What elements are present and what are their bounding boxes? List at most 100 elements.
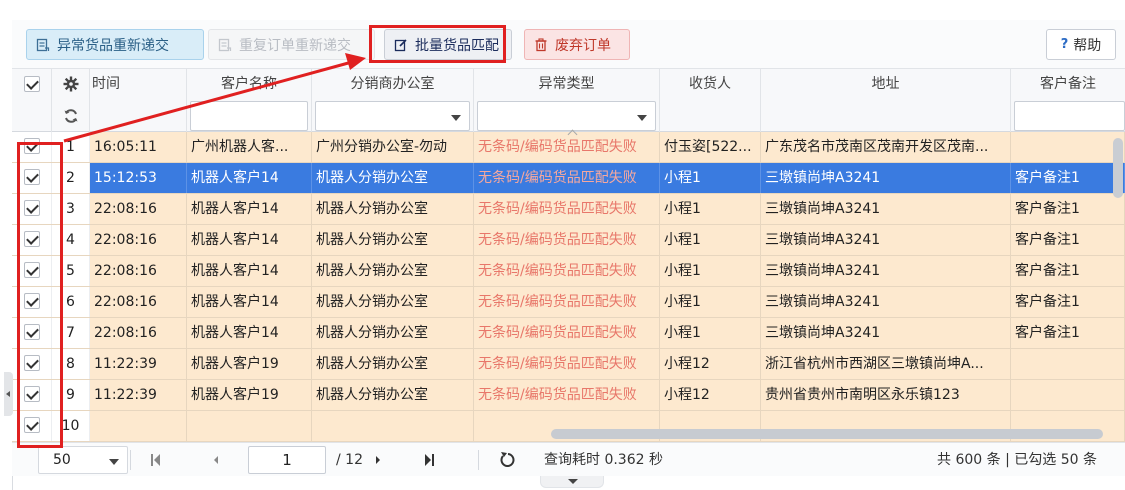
table-row[interactable]: 8 11:22:39 机器人客户19 机器人分销办公室 无条码/编码货品匹配失败 小程12… [12,349,1125,380]
cell-customer: 机器人客户14 [187,163,312,193]
table-row[interactable]: 9 11:22:39 机器人客户19 机器人分销办公室 无条码/编码货品匹配失败 小程12… [12,380,1125,411]
cell-customer: 机器人客户19 [187,349,312,379]
help-label: 帮助 [1073,37,1102,54]
pagination-bar: 50 1 / 12 查询耗时 0.362 秒 共 600 条 | 已勾选 50 … [12,442,1125,476]
duplicate-order-resubmit-button[interactable]: 重复订单重新递交 [208,29,375,60]
header-address[interactable]: 地址 [761,69,1011,100]
cell-time: 22:08:16 [90,194,187,224]
cell-customer: 机器人客户14 [187,256,312,286]
highlight-box-batch-match [369,25,506,63]
select-all-checkbox[interactable] [24,76,40,92]
cell-address: 三墩镇尚坤A3241 [761,318,1011,348]
help-button[interactable]: ? 帮助 [1046,29,1116,60]
cell-error: 无条码/编码货品匹配失败 [474,349,660,379]
record-summary-text: 共 600 条 | 已勾选 50 条 [937,452,1097,468]
horizontal-scrollbar[interactable] [551,429,1103,439]
filter-address-cell [761,100,1011,133]
cell-error: 无条码/编码货品匹配失败 [474,256,660,286]
divider [130,450,131,470]
cell-error: 无条码/编码货品匹配失败 [474,163,660,193]
cell-receiver: 小程1 [660,287,761,317]
cell-customer: 机器人客户19 [187,380,312,410]
cell-note: 客户备注1 [1011,225,1125,255]
collapse-up-icon[interactable] [562,130,586,138]
filter-office-cell [312,100,474,133]
cell-note: 客户备注1 [1011,194,1125,224]
table-row[interactable]: 4 22:08:16 机器人客户14 机器人分销办公室 无条码/编码货品匹配失败 小程1 三… [12,225,1125,256]
grid-body: 1 16:05:11 广州机器人客... 广州分销办公室-勿动 无条码/编码货品匹配失败… [12,132,1125,442]
cell-office: 机器人分销办公室 [312,163,474,193]
cell-office: 机器人分销办公室 [312,349,474,379]
cell-receiver: 付玉姿[522... [660,132,761,162]
customer-filter-input[interactable] [190,101,308,131]
abnormal-goods-resubmit-button[interactable]: 异常货品重新递交 [26,29,204,60]
cell-customer: 机器人客户14 [187,194,312,224]
table-row[interactable]: 7 22:08:16 机器人客户14 机器人分销办公室 无条码/编码货品匹配失败 小程1 三… [12,318,1125,349]
filter-empty-cell [12,100,52,133]
filter-customer-cell [187,100,312,133]
document-list-icon [36,38,50,52]
current-page-input[interactable]: 1 [248,446,326,474]
cell-customer: 机器人客户14 [187,318,312,348]
query-time-text: 查询耗时 0.362 秒 [544,452,663,468]
table-row[interactable]: 2 15:12:53 机器人客户14 机器人分销办公室 无条码/编码货品匹配失败 小程1 三… [12,163,1125,194]
cell-customer: 广州机器人客... [187,132,312,162]
header-receiver[interactable]: 收货人 [660,69,761,100]
page-size-value: 50 [53,452,71,468]
cell-note [1011,349,1125,379]
chevron-down-icon [109,459,119,465]
header-time[interactable]: 时间 [90,69,187,100]
cell-office: 机器人分销办公室 [312,194,474,224]
header-customer[interactable]: 客户名称 [187,69,312,100]
divider [478,450,479,470]
bottom-collapse-handle[interactable] [540,476,604,488]
next-page-icon[interactable] [368,443,388,477]
header-office[interactable]: 分销商办公室 [312,69,474,100]
note-filter-input[interactable] [1014,101,1125,131]
prev-page-icon[interactable] [206,443,226,477]
error-type-filter-select[interactable] [477,101,656,131]
refresh-icon[interactable] [63,108,79,124]
discard-order-button[interactable]: 废弃订单 [524,29,630,60]
table-row[interactable]: 5 22:08:16 机器人客户14 机器人分销办公室 无条码/编码货品匹配失败 小程1 三… [12,256,1125,287]
grid-header: 时间 客户名称 分销商办公室 异常类型 收货人 地址 客户备注 [12,68,1125,133]
cell-note [1011,132,1125,162]
table-row[interactable]: 6 22:08:16 机器人客户14 机器人分销办公室 无条码/编码货品匹配失败 小程1 三… [12,287,1125,318]
cell-customer [187,411,312,441]
cell-office: 机器人分销办公室 [312,380,474,410]
cell-address: 贵州省贵州市南明区永乐镇123 [761,380,1011,410]
header-error-type[interactable]: 异常类型 [474,69,660,100]
cell-time: 22:08:16 [90,225,187,255]
last-page-icon[interactable] [420,443,440,477]
page-size-select[interactable]: 50 [38,446,128,474]
document-list-icon [218,38,232,52]
cell-address: 三墩镇尚坤A3241 [761,225,1011,255]
vertical-scrollbar[interactable] [1113,138,1123,198]
gear-icon[interactable] [63,76,79,92]
trash-icon [534,37,548,52]
reload-icon[interactable] [498,443,518,477]
question-icon: ? [1060,37,1069,52]
cell-time: 22:08:16 [90,256,187,286]
cell-address: 三墩镇尚坤A3241 [761,256,1011,286]
top-spacer [0,0,1125,20]
cell-receiver: 小程1 [660,318,761,348]
cell-address: 广东茂名市茂南区茂南开发区茂南... [761,132,1011,162]
header-customer-note[interactable]: 客户备注 [1011,69,1125,100]
cell-office: 机器人分销办公室 [312,225,474,255]
cell-time: 11:22:39 [90,349,187,379]
cell-time [90,411,187,441]
cell-time: 11:22:39 [90,380,187,410]
filter-refresh-cell [52,100,90,133]
cell-address: 浙江省杭州市西湖区三墩镇尚坤A... [761,349,1011,379]
cell-time: 15:12:53 [90,163,187,193]
cell-office: 广州分销办公室-勿动 [312,132,474,162]
header-select-all-cell [12,69,52,100]
cell-receiver: 小程1 [660,194,761,224]
cell-error: 无条码/编码货品匹配失败 [474,380,660,410]
side-collapse-handle[interactable] [4,372,13,416]
table-row[interactable]: 3 22:08:16 机器人客户14 机器人分销办公室 无条码/编码货品匹配失败 小程1 三… [12,194,1125,225]
cell-receiver: 小程1 [660,256,761,286]
office-filter-select[interactable] [315,101,470,131]
first-page-icon[interactable] [146,443,166,477]
